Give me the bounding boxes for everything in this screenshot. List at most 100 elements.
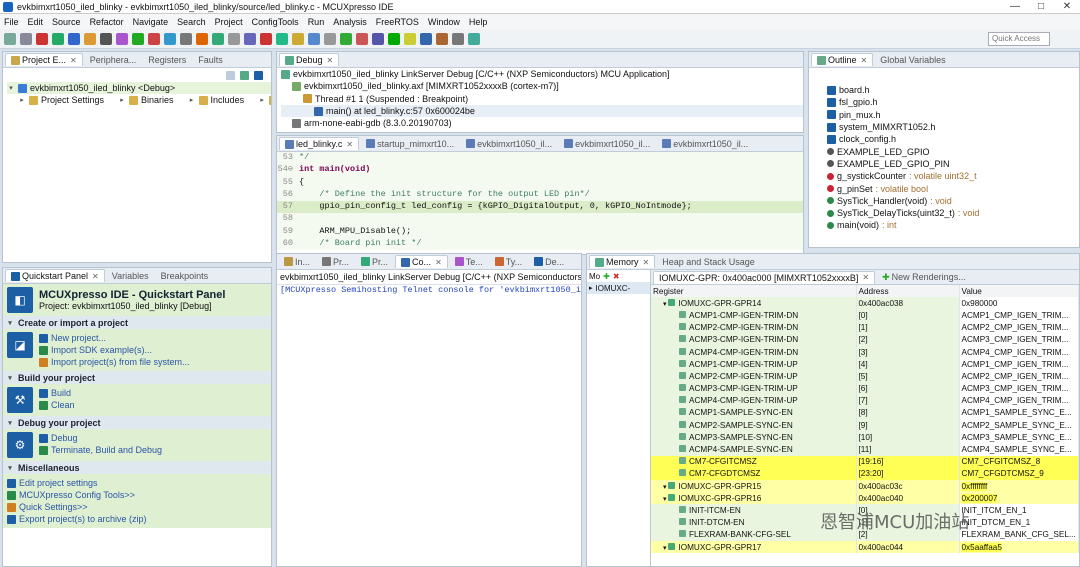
outline-item[interactable]: main(void) : int	[827, 219, 1079, 231]
toolbar-tool-icon[interactable]	[164, 32, 176, 45]
code-area[interactable]: 53 */ 54⊖ int main(void) 55 {56 /* Define the…	[277, 152, 803, 251]
toolbar-tool-icon[interactable]	[212, 32, 224, 45]
close-icon[interactable]: ✕	[346, 140, 353, 149]
toolbar-tool-icon[interactable]	[292, 32, 304, 45]
register-row[interactable]: ACMP1-CMP-IGEN-TRIM-DN [0] ACMP1_CMP_IGEN_…	[651, 309, 1079, 322]
toolbar-tool-icon[interactable]	[228, 32, 240, 45]
register-value[interactable]: ACMP3_SAMPLE_SYNC_E...	[959, 431, 1079, 444]
maximize-button[interactable]: □	[1028, 1, 1054, 12]
tab-peripherals[interactable]: Periphera...	[85, 54, 142, 66]
menu-project[interactable]: Project	[215, 17, 243, 27]
tab-console-view[interactable]: Te...	[450, 256, 488, 268]
collapse-all-icon[interactable]	[226, 70, 235, 80]
tab-memory[interactable]: Memory ✕	[589, 255, 656, 268]
col-address[interactable]: Address	[856, 285, 960, 298]
project-tree-item[interactable]: ▸ Includes	[177, 94, 244, 106]
menu-refactor[interactable]: Refactor	[90, 17, 124, 27]
tab-console-view[interactable]: Pr...	[317, 256, 354, 268]
tab-editor-file[interactable]: evkbimxrt1050_il...	[657, 138, 753, 150]
code-line[interactable]: 59 ARM_MPU_Disable();	[277, 225, 803, 239]
register-row[interactable]: ▾ IOMUXC-GPR-GPR16 0x400ac040 0x200007	[651, 492, 1079, 505]
code-line[interactable]: 57 gpio_pin_config_t led_config = {kGPIO…	[277, 201, 803, 214]
project-tree-item[interactable]: ▸CMSIS	[247, 94, 271, 106]
toolbar-tool-icon[interactable]	[260, 32, 272, 45]
debug-tree-item[interactable]: Thread #1 1 (Suspended : Breakpoint)	[281, 93, 803, 105]
register-value[interactable]: INIT_DTCM_EN_1	[959, 516, 1079, 529]
menu-analysis[interactable]: Analysis	[333, 17, 367, 27]
minimize-button[interactable]: —	[1002, 1, 1028, 12]
quickstart-link[interactable]: Import project(s) from file system...	[39, 356, 190, 368]
code-line[interactable]: 54⊖ int main(void)	[277, 164, 803, 177]
quickstart-section-header[interactable]: ▾ Create or import a project	[3, 316, 271, 329]
tab-global-variables[interactable]: Global Variables	[875, 54, 950, 66]
tab-console-view[interactable]: Pr...	[356, 256, 393, 268]
register-value[interactable]: ACMP1_SAMPLE_SYNC_E...	[959, 406, 1079, 420]
register-value[interactable]: ACMP1_CMP_IGEN_TRIM...	[959, 309, 1079, 322]
add-monitor-icon[interactable]: ✚	[603, 272, 610, 281]
outline-item[interactable]: system_MIMXRT1052.h	[827, 121, 1079, 133]
debug-tree-item[interactable]: evkbimxrt1050_iled_blinky LinkServer Deb…	[281, 68, 803, 80]
code-line[interactable]: 56 /* Define the init structure for the …	[277, 188, 803, 202]
register-value[interactable]: ACMP4_CMP_IGEN_TRIM...	[959, 394, 1079, 407]
toolbar-tool-icon[interactable]	[116, 32, 128, 45]
close-icon[interactable]: ✕	[435, 258, 442, 267]
tab-editor-file[interactable]: startup_mimxrt10...	[361, 138, 459, 150]
project-tree-item[interactable]: ▸ Project Settings	[7, 94, 104, 106]
toolbar-tool-icon[interactable]	[372, 32, 384, 45]
register-row[interactable]: ACMP1-SAMPLE-SYNC-EN [8] ACMP1_SAMPLE_SYNC…	[651, 406, 1079, 420]
tab-breakpoints[interactable]: Breakpoints	[156, 270, 214, 282]
tab-console-view[interactable]: Co... ✕	[395, 255, 448, 268]
remove-monitor-icon[interactable]: ✖	[613, 272, 620, 281]
register-row[interactable]: ACMP4-CMP-IGEN-TRIM-UP [7] ACMP4_CMP_IGEN_…	[651, 394, 1079, 407]
tab-faults[interactable]: Faults	[193, 54, 228, 66]
tab-project-explorer[interactable]: Project E... ✕	[5, 53, 83, 66]
toolbar-tool-icon[interactable]	[356, 32, 368, 45]
menu-configtools[interactable]: ConfigTools	[252, 17, 299, 27]
register-value[interactable]: ACMP3_CMP_IGEN_TRIM...	[959, 382, 1079, 395]
register-value[interactable]: CM7_CFGITCMSZ_8	[959, 455, 1079, 468]
register-value[interactable]: INIT_ITCM_EN_1	[959, 504, 1079, 517]
toolbar-tool-icon[interactable]	[244, 32, 256, 45]
register-value[interactable]: ACMP4_SAMPLE_SYNC_E...	[959, 443, 1079, 456]
toolbar-tool-icon[interactable]	[52, 32, 64, 45]
expand-icon[interactable]: ▸	[258, 96, 266, 104]
toolbar-tool-icon[interactable]	[404, 32, 416, 45]
menu-source[interactable]: Source	[52, 17, 81, 27]
quickstart-link[interactable]: MCUXpresso Config Tools>>	[7, 489, 147, 501]
toolbar-tool-icon[interactable]	[4, 32, 16, 45]
toolbar-tool-icon[interactable]	[100, 32, 112, 45]
register-row[interactable]: CM7-CFGITCMSZ [19:16] CM7_CFGITCMSZ_8	[651, 455, 1079, 468]
register-row[interactable]: ACMP3-CMP-IGEN-TRIM-DN [2] ACMP3_CMP_IGEN_…	[651, 333, 1079, 346]
link-editor-icon[interactable]	[240, 70, 249, 80]
register-value[interactable]: ACMP2_CMP_IGEN_TRIM...	[959, 321, 1079, 334]
quickstart-link[interactable]: Terminate, Build and Debug	[39, 444, 162, 456]
register-row[interactable]: ACMP2-CMP-IGEN-TRIM-UP [5] ACMP2_CMP_IGEN_…	[651, 370, 1079, 383]
register-value[interactable]: ACMP3_CMP_IGEN_TRIM...	[959, 333, 1079, 346]
tab-editor-file[interactable]: evkbimxrt1050_il...	[559, 138, 655, 150]
expand-icon[interactable]: ▸	[18, 96, 26, 104]
register-row[interactable]: ▾ IOMUXC-GPR-GPR15 0x400ac03c 0xffffffff	[651, 480, 1079, 493]
quickstart-link[interactable]: New project...	[39, 332, 190, 344]
code-line[interactable]: 60 /* Board pin init */	[277, 238, 803, 251]
tab-editor-file[interactable]: evkbimxrt1050_il...	[461, 138, 557, 150]
expand-icon[interactable]: ▸	[118, 96, 126, 104]
quickstart-section-header[interactable]: ▾ Miscellaneous	[3, 461, 271, 474]
filter-icon[interactable]	[254, 70, 263, 80]
close-icon[interactable]: ✕	[70, 56, 77, 65]
toolbar-tool-icon[interactable]	[452, 32, 464, 45]
menu-navigate[interactable]: Navigate	[133, 17, 169, 27]
register-value[interactable]: ACMP1_CMP_IGEN_TRIM...	[959, 358, 1079, 371]
toolbar-tool-icon[interactable]	[340, 32, 352, 45]
monitor-item[interactable]: ▸ IOMUXC-	[587, 282, 650, 294]
toolbar-tool-icon[interactable]	[20, 32, 32, 45]
menu-run[interactable]: Run	[308, 17, 325, 27]
tab-variables[interactable]: Variables	[107, 270, 154, 282]
quickstart-link[interactable]: Debug	[39, 432, 162, 444]
register-row[interactable]: CM7-CFGDTCMSZ [23:20] CM7_CFGDTCMSZ_9	[651, 467, 1079, 480]
register-row[interactable]: ▾ IOMUXC-GPR-GPR17 0x400ac044 0x5aaffaa5	[651, 540, 1079, 554]
toolbar-tool-icon[interactable]	[196, 32, 208, 45]
debug-tree-item[interactable]: main() at led_blinky.c:57 0x600024be	[281, 104, 803, 118]
tab-heap-stack[interactable]: Heap and Stack Usage	[657, 256, 760, 268]
tab-registers[interactable]: Registers	[143, 54, 191, 66]
toolbar-tool-icon[interactable]	[132, 32, 144, 45]
